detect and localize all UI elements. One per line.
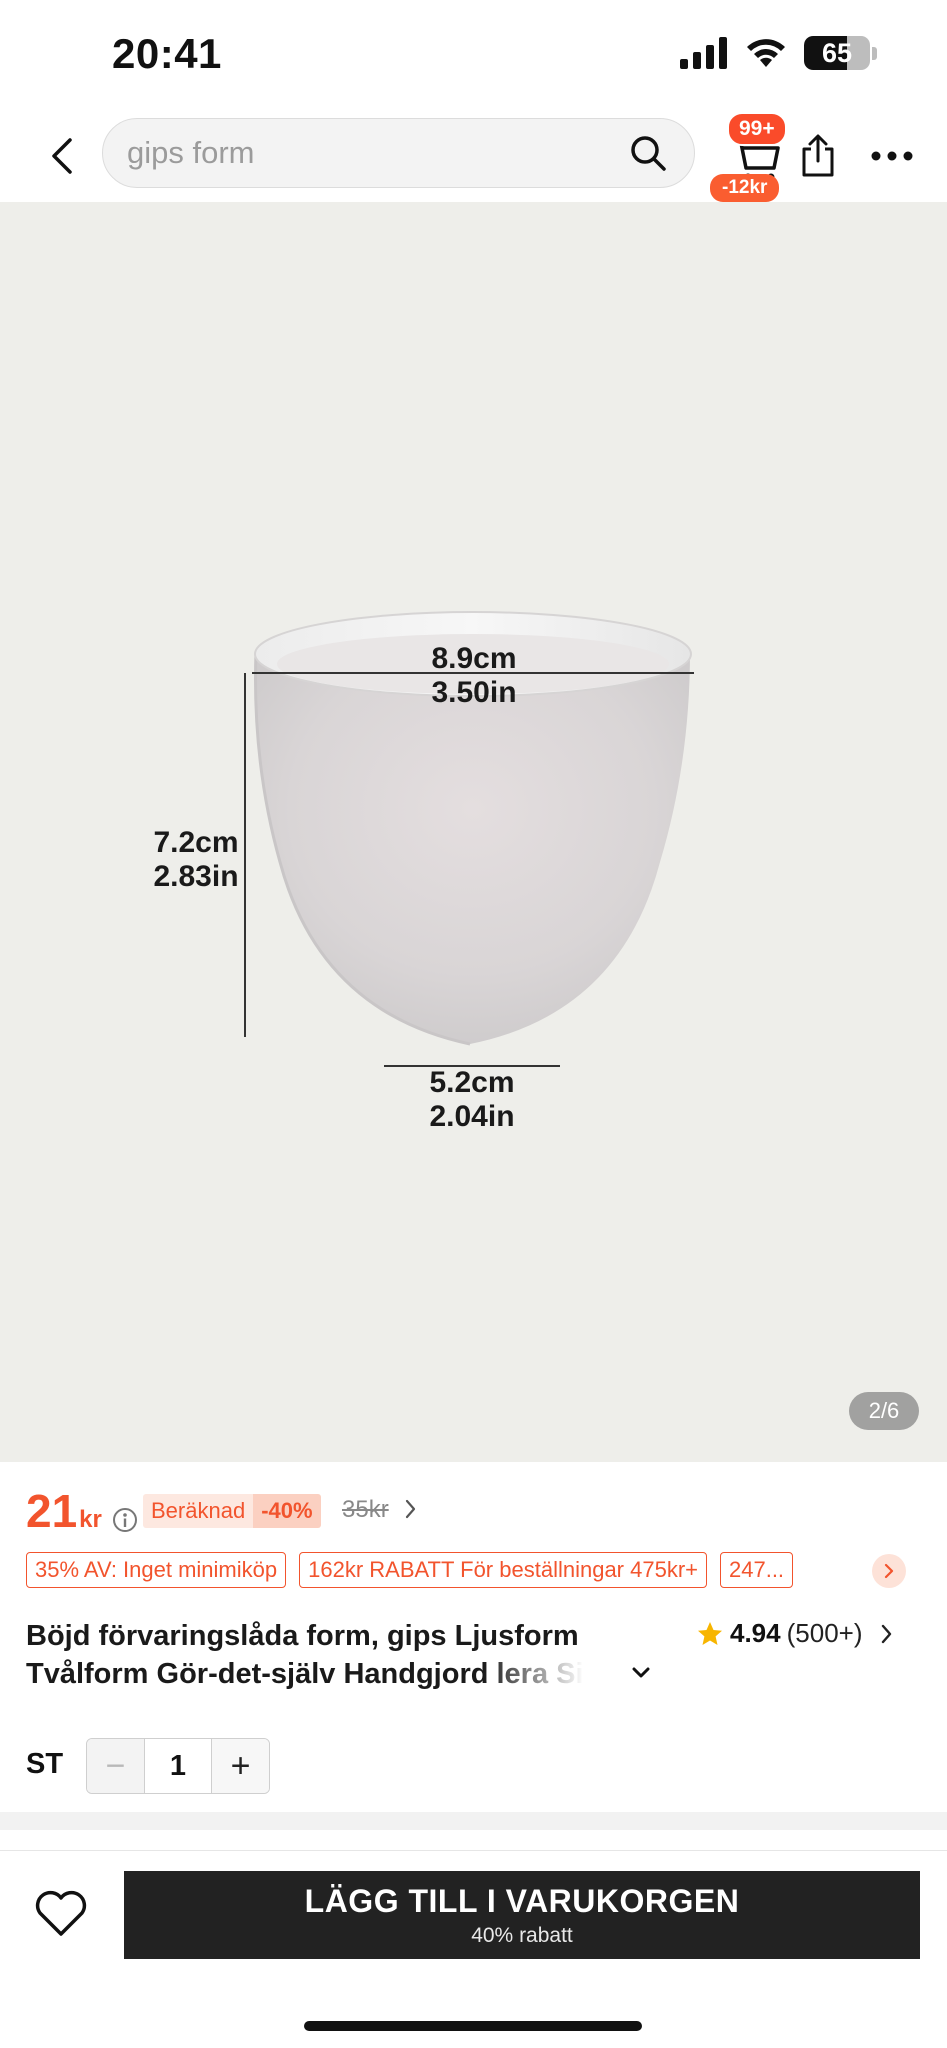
chevron-down-icon[interactable]	[630, 1662, 652, 1684]
estimated-discount-tag: Beräknad -40%	[143, 1494, 321, 1528]
add-to-cart-button[interactable]: LÄGG TILL I VARUKORGEN 40% rabatt	[124, 1871, 920, 1959]
add-to-cart-discount: 40% rabatt	[471, 1923, 573, 1947]
signal-icon	[680, 37, 727, 69]
status-bar: 20:41 65	[0, 0, 947, 110]
back-button[interactable]	[34, 128, 90, 184]
more-button[interactable]	[864, 128, 920, 184]
estimated-label: Beräknad	[143, 1494, 254, 1528]
chevron-right-icon	[884, 1563, 894, 1579]
promo-tag[interactable]: 35% AV: Inget minimiköp	[26, 1552, 287, 1588]
search-bar[interactable]	[102, 118, 695, 188]
battery-level: 65	[821, 37, 853, 68]
back-icon	[52, 138, 72, 174]
share-button[interactable]	[790, 128, 846, 184]
top-navigation: 99+ -12kr	[0, 110, 947, 202]
quantity-stepper: − 1 +	[86, 1738, 270, 1794]
product-title-line: Tvålform Gör-det-själv Handgjord lera Si	[26, 1658, 584, 1690]
price: 21 kr	[26, 1484, 138, 1538]
product-image-gallery[interactable]: 8.9cm 3.50in 7.2cm 2.83in 5.2cm 2.04in	[0, 202, 947, 1462]
cart-discount-badge: -12kr	[710, 174, 780, 202]
price-amount: 21	[26, 1485, 78, 1537]
product-title[interactable]: Böjd förvaringslåda form, gips Ljusform …	[26, 1617, 686, 1693]
review-count: (500+)	[786, 1618, 863, 1648]
info-icon[interactable]	[112, 1507, 138, 1533]
dimension-top-label: 8.9cm 3.50in	[431, 642, 517, 709]
dimension-height-label: 7.2cm 2.83in	[153, 826, 239, 893]
bottom-action-bar: LÄGG TILL I VARUKORGEN 40% rabatt	[0, 1850, 947, 2048]
search-icon[interactable]	[628, 133, 668, 173]
section-divider	[0, 1812, 947, 1830]
home-indicator[interactable]	[304, 2021, 642, 2031]
chevron-right-icon	[881, 1624, 891, 1643]
discount-percent: -40%	[253, 1494, 321, 1528]
decrease-button[interactable]: −	[87, 1739, 145, 1793]
wishlist-button[interactable]	[32, 1885, 90, 1943]
chevron-right-icon[interactable]	[403, 1496, 419, 1522]
original-price: 35kr	[342, 1496, 389, 1523]
dimension-bottom-label: 5.2cm 2.04in	[429, 1066, 515, 1133]
promo-tag[interactable]: 247...	[720, 1552, 794, 1588]
more-icon	[871, 151, 913, 161]
quantity-label: ST	[26, 1748, 64, 1780]
gallery-page-counter: 2/6	[849, 1392, 919, 1430]
promo-tag[interactable]: 162kr RABATT För beställningar 475kr+	[299, 1552, 707, 1588]
price-currency: kr	[79, 1506, 102, 1533]
star-icon	[698, 1621, 722, 1645]
increase-button[interactable]: +	[211, 1739, 269, 1793]
product-image[interactable]	[0, 202, 947, 1462]
battery-icon: 65	[804, 36, 870, 70]
search-input[interactable]	[127, 119, 607, 187]
promo-more-button[interactable]	[872, 1554, 906, 1588]
add-to-cart-label: LÄGG TILL I VARUKORGEN	[304, 1882, 740, 1919]
rating-value: 4.94	[730, 1618, 781, 1648]
share-icon	[802, 134, 834, 177]
promo-tags: 35% AV: Inget minimiköp 162kr RABATT För…	[26, 1552, 794, 1588]
quantity-value[interactable]: 1	[145, 1739, 211, 1793]
heart-icon	[35, 1890, 87, 1936]
product-rating[interactable]: 4.94 (500+)	[696, 1618, 895, 1649]
status-time: 20:41	[112, 30, 222, 77]
product-title-line: Böjd förvaringslåda form, gips Ljusform	[26, 1620, 579, 1652]
status-icons: 65	[680, 36, 877, 70]
wifi-icon	[747, 39, 785, 67]
cart-count-badge: 99+	[727, 112, 787, 146]
